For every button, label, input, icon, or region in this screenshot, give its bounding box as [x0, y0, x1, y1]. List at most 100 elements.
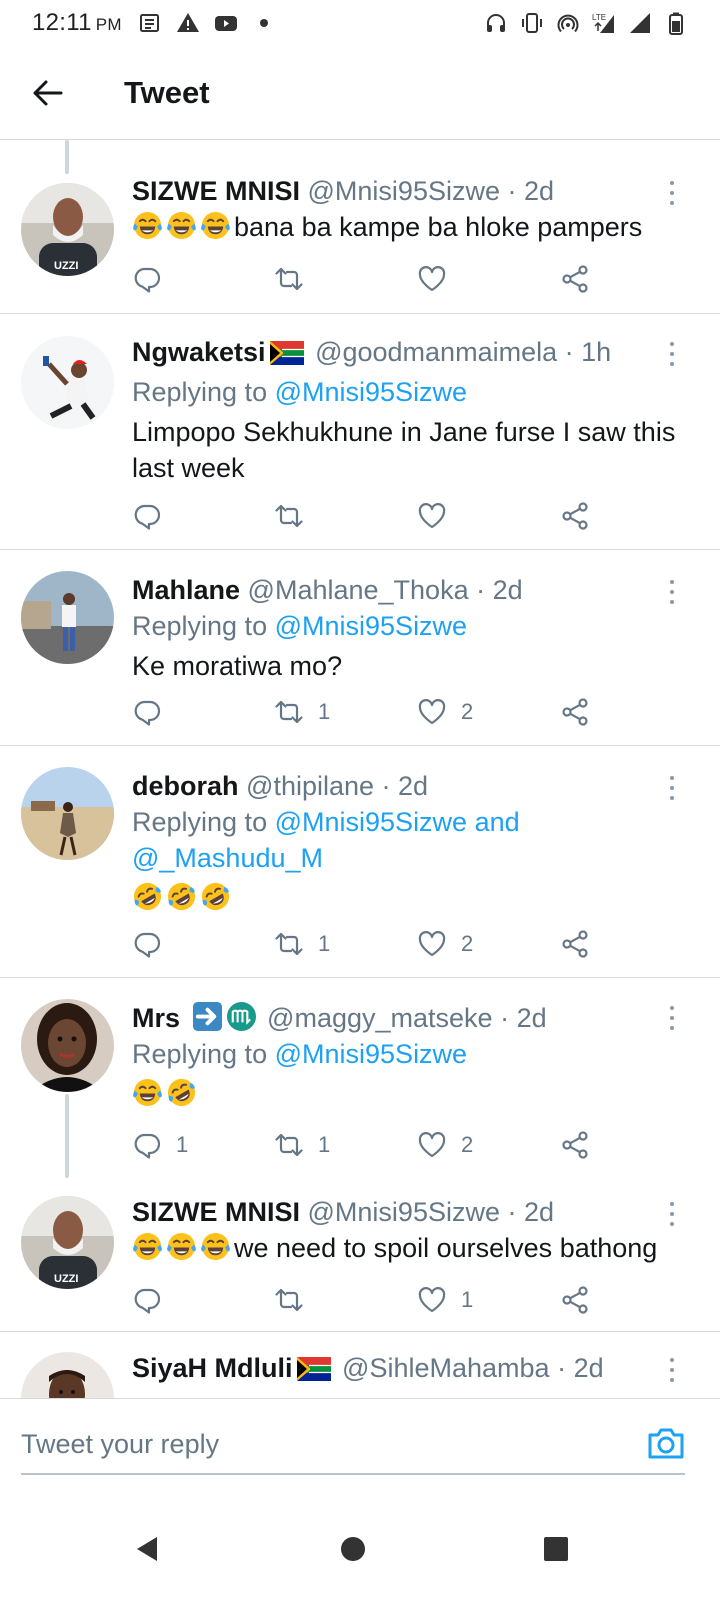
retweet-button[interactable] — [274, 1282, 318, 1318]
more-options-button[interactable] — [660, 578, 684, 606]
retweet-icon — [274, 697, 304, 727]
share-button[interactable] — [560, 1127, 590, 1163]
reply-count: 1 — [176, 1132, 189, 1157]
avatar[interactable] — [21, 1352, 114, 1398]
avatar[interactable] — [21, 999, 114, 1092]
more-options-button[interactable] — [660, 1356, 684, 1384]
reply-button[interactable] — [132, 261, 176, 297]
avatar[interactable]: UZZI — [21, 1196, 114, 1289]
tweet[interactable]: Mrs @maggy_matseke · 2d Replying to @Mni… — [0, 978, 720, 1178]
svg-text:UZZI: UZZI — [54, 260, 78, 272]
mention-link[interactable]: @Mnisi95Sizwe — [275, 1039, 467, 1069]
author-handle[interactable]: @Mahlane_Thoka — [248, 575, 469, 605]
author-name[interactable]: SIZWE MNISI — [132, 1197, 300, 1227]
headphones-icon — [484, 11, 508, 35]
rolling-on-the-floor-laughing-icon — [166, 1077, 197, 1108]
retweet-button[interactable] — [274, 498, 318, 534]
replying-to: Replying to @Mnisi95Sizwe and @_Mashudu_… — [132, 804, 680, 876]
tweet-header: Mrs @maggy_matseke · 2d — [132, 1000, 680, 1036]
back-button[interactable] — [16, 61, 80, 125]
system-icons: LTE — [484, 11, 688, 35]
author-handle[interactable]: @SihleMahamba — [342, 1353, 550, 1383]
like-button[interactable] — [417, 261, 461, 297]
more-options-button[interactable] — [660, 774, 684, 802]
share-icon — [560, 1130, 590, 1160]
dot-icon — [252, 11, 276, 35]
mention-link[interactable]: @_Mashudu_M — [132, 843, 323, 873]
avatar[interactable]: UZZI — [21, 183, 114, 276]
author-handle[interactable]: @thipilane — [246, 771, 374, 801]
author-handle[interactable]: @Mnisi95Sizwe — [308, 1197, 500, 1227]
reply-button[interactable]: 1 — [132, 1127, 188, 1163]
face-with-tears-of-joy-icon — [166, 210, 197, 241]
tweet[interactable]: UZZI SIZWE MNISI @Mnisi95Sizwe · 2d we n… — [0, 1178, 720, 1332]
avatar[interactable] — [21, 767, 114, 860]
more-options-button[interactable] — [660, 1200, 684, 1228]
like-button[interactable]: 2 — [417, 926, 473, 962]
author-name[interactable]: Mrs — [132, 1003, 180, 1033]
retweet-button[interactable]: 1 — [274, 1127, 330, 1163]
retweet-button[interactable]: 1 — [274, 694, 330, 730]
author-name[interactable]: Mahlane — [132, 575, 240, 605]
retweet-button[interactable] — [274, 261, 318, 297]
share-button[interactable] — [560, 261, 590, 297]
share-button[interactable] — [560, 1282, 590, 1318]
tweet[interactable]: Ngwaketsi @goodmanmaimela · 1h Replying … — [0, 314, 720, 550]
tweet[interactable]: deborah @thipilane · 2d Replying to @Mni… — [0, 746, 720, 978]
share-button[interactable] — [560, 694, 590, 730]
tweet[interactable]: Mahlane @Mahlane_Thoka · 2d Replying to … — [0, 550, 720, 746]
rolling-on-the-floor-laughing-icon — [166, 881, 197, 912]
app-header: Tweet — [0, 46, 720, 140]
avatar[interactable] — [21, 336, 114, 429]
like-count: 2 — [461, 1132, 474, 1157]
mention-link[interactable]: @Mnisi95Sizwe — [275, 611, 467, 641]
avatar[interactable] — [21, 571, 114, 664]
tweet-header: SIZWE MNISI @Mnisi95Sizwe · 2d — [132, 173, 680, 209]
author-name[interactable]: SiyaH Mdluli — [132, 1353, 293, 1383]
reply-input[interactable]: Tweet your reply — [21, 1421, 685, 1475]
tweet-text — [132, 880, 680, 916]
more-options-button[interactable] — [660, 179, 684, 207]
tweet[interactable]: SiyaH Mdluli @SihleMahamba · 2d — [0, 1332, 720, 1398]
tweet-header: Mahlane @Mahlane_Thoka · 2d — [132, 572, 680, 608]
reply-button[interactable] — [132, 926, 176, 962]
circle-home-icon — [341, 1537, 365, 1561]
page-title: Tweet — [124, 74, 210, 110]
reply-button[interactable] — [132, 498, 176, 534]
like-button[interactable]: 2 — [417, 694, 473, 730]
reply-button[interactable] — [132, 694, 176, 730]
face-with-tears-of-joy-icon — [132, 1077, 163, 1108]
nav-recents-button[interactable] — [526, 1519, 586, 1579]
author-name[interactable]: Ngwaketsi — [132, 337, 266, 367]
camera-button[interactable] — [646, 1423, 686, 1463]
mention-link[interactable]: @Mnisi95Sizwe — [275, 377, 467, 407]
share-button[interactable] — [560, 498, 590, 534]
nav-back-button[interactable] — [118, 1519, 178, 1579]
author-handle[interactable]: @goodmanmaimela — [315, 337, 557, 367]
reply-button[interactable] — [132, 1282, 176, 1318]
tweet[interactable]: UZZI SIZWE MNISI @Mnisi95Sizwe · 2d bana… — [0, 140, 720, 314]
author-handle[interactable]: @Mnisi95Sizwe — [308, 176, 500, 206]
battery-icon — [664, 11, 688, 35]
heart-icon — [417, 929, 447, 959]
more-options-button[interactable] — [660, 1004, 684, 1032]
author-name[interactable]: SIZWE MNISI — [132, 176, 300, 206]
status-clock: 12:11 — [32, 9, 92, 36]
author-name[interactable]: deborah — [132, 771, 239, 801]
like-button[interactable]: 1 — [417, 1282, 473, 1318]
more-options-button[interactable] — [660, 340, 684, 368]
reply-feed[interactable]: UZZI SIZWE MNISI @Mnisi95Sizwe · 2d bana… — [0, 140, 720, 1398]
like-button[interactable] — [417, 498, 461, 534]
mention-link[interactable]: @Mnisi95Sizwe and — [275, 807, 520, 837]
reply-icon — [132, 1130, 162, 1160]
lte-signal-icon: LTE — [592, 11, 616, 35]
tweet-actions: 1 1 2 — [132, 1127, 602, 1163]
nav-home-button[interactable] — [323, 1519, 383, 1579]
share-button[interactable] — [560, 926, 590, 962]
like-count: 2 — [461, 699, 474, 724]
replying-to: Replying to @Mnisi95Sizwe — [132, 1036, 680, 1072]
news-icon — [138, 11, 162, 35]
retweet-button[interactable]: 1 — [274, 926, 330, 962]
like-button[interactable]: 2 — [417, 1127, 473, 1163]
author-handle[interactable]: @maggy_matseke — [267, 1003, 493, 1033]
